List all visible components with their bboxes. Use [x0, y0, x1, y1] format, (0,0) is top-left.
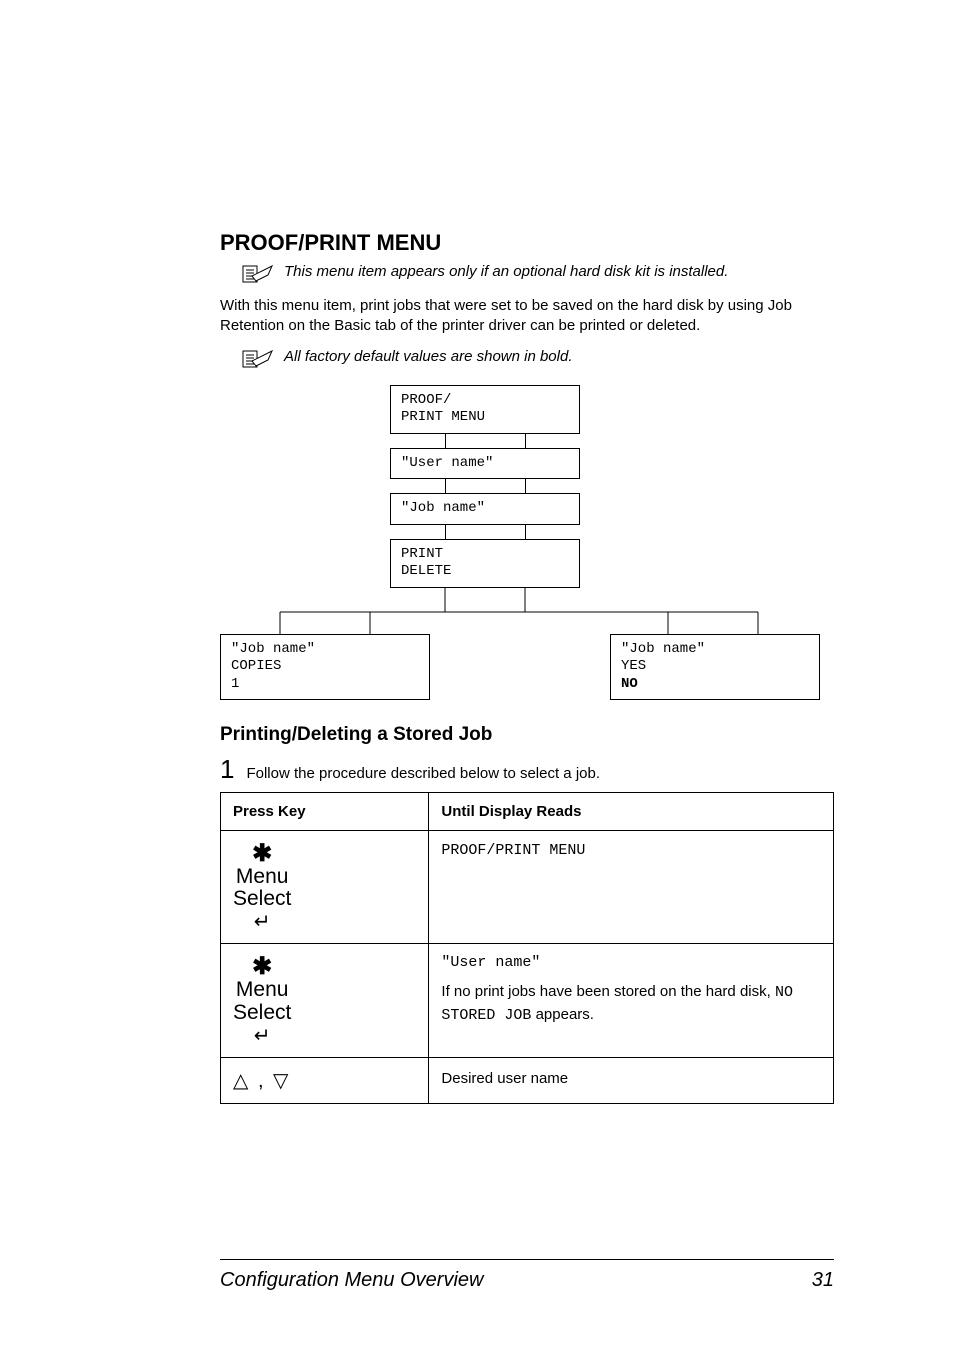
menu-label-line2: Select [233, 888, 291, 910]
table-row: ✱ Menu Select ↵ "User name" If no print … [221, 944, 834, 1057]
display-text: Desired user name [441, 1070, 568, 1087]
section-heading: PROOF/PRINT MENU [220, 230, 834, 256]
flow-box-print: "Job name" COPIES 1 [220, 634, 430, 701]
subsection-heading: Printing/Deleting a Stored Job [220, 724, 834, 746]
note-row-1: This menu item appears only if an option… [242, 262, 834, 288]
table-header-display: Until Display Reads [429, 793, 834, 831]
flow-box-root: PROOF/ PRINT MENU [390, 385, 580, 434]
paragraph-1: With this menu item, print jobs that wer… [220, 296, 834, 337]
note-icon [242, 263, 274, 288]
step-number: 1 [220, 756, 234, 782]
page-footer: Configuration Menu Overview 31 [220, 1269, 834, 1292]
enter-icon: ↵ [233, 1026, 291, 1047]
menu-label-line1: Menu [233, 979, 291, 1001]
display-cell: "User name" If no print jobs have been s… [429, 944, 834, 1057]
star-icon: ✱ [233, 954, 291, 979]
instruction-table: Press Key Until Display Reads ✱ Menu Sel… [220, 792, 834, 1104]
note-text-1: This menu item appears only if an option… [284, 262, 728, 282]
text: appears. [531, 1006, 594, 1023]
step-1: 1 Follow the procedure described below t… [220, 756, 834, 782]
menu-select-key-icon: ✱ Menu Select ↵ [233, 841, 291, 933]
note-text-2: All factory default values are shown in … [284, 347, 573, 367]
menu-label-line1: Menu [233, 866, 291, 888]
flow-branch-connector [220, 588, 834, 634]
menu-select-key-icon: ✱ Menu Select ↵ [233, 954, 291, 1046]
text: If no print jobs have been stored on the… [441, 983, 775, 1000]
flow-text: "Job name" [401, 500, 485, 516]
flow-text: DELETE [401, 563, 451, 579]
flow-text: 1 [231, 676, 239, 692]
flow-text: "Job name" [621, 641, 705, 657]
display-text: PROOF/PRINT MENU [441, 842, 585, 859]
flow-box-job: "Job name" [390, 493, 580, 525]
flow-text: "User name" [401, 455, 493, 471]
flow-text: NO [621, 676, 638, 692]
key-cell-menu: ✱ Menu Select ↵ [221, 831, 429, 944]
flow-text: PRINT [401, 546, 443, 562]
note-icon [242, 348, 274, 373]
enter-icon: ↵ [233, 912, 291, 933]
footer-title: Configuration Menu Overview [220, 1269, 483, 1292]
flow-text: "Job name" [231, 641, 315, 657]
flow-connector [390, 434, 580, 448]
display-cell: Desired user name [429, 1057, 834, 1103]
table-row: ✱ Menu Select ↵ PROOF/PRINT MENU [221, 831, 834, 944]
flow-box-user: "User name" [390, 448, 580, 480]
display-note: If no print jobs have been stored on the… [441, 981, 821, 1027]
page-number: 31 [812, 1269, 834, 1292]
flow-connector [390, 525, 580, 539]
table-row: △ , ▽ Desired user name [221, 1057, 834, 1103]
up-down-key-icon: △ , ▽ [233, 1070, 290, 1092]
flow-text: PROOF/ [401, 392, 451, 408]
flow-box-delete: "Job name" YES NO [610, 634, 820, 701]
key-cell-arrows: △ , ▽ [221, 1057, 429, 1103]
flow-text: PRINT MENU [401, 409, 485, 425]
footer-rule [220, 1259, 834, 1260]
flow-text: YES [621, 658, 646, 674]
menu-label-line2: Select [233, 1002, 291, 1024]
step-text: Follow the procedure described below to … [246, 765, 600, 782]
table-header-press-key: Press Key [221, 793, 429, 831]
display-text: "User name" [441, 954, 821, 971]
flow-connector [390, 479, 580, 493]
flow-text: COPIES [231, 658, 281, 674]
key-cell-menu: ✱ Menu Select ↵ [221, 944, 429, 1057]
display-cell: PROOF/PRINT MENU [429, 831, 834, 944]
flow-box-action: PRINT DELETE [390, 539, 580, 588]
flowchart: PROOF/ PRINT MENU "User name" "Job name"… [220, 385, 834, 701]
note-row-2: All factory default values are shown in … [242, 347, 834, 373]
star-icon: ✱ [233, 841, 291, 866]
